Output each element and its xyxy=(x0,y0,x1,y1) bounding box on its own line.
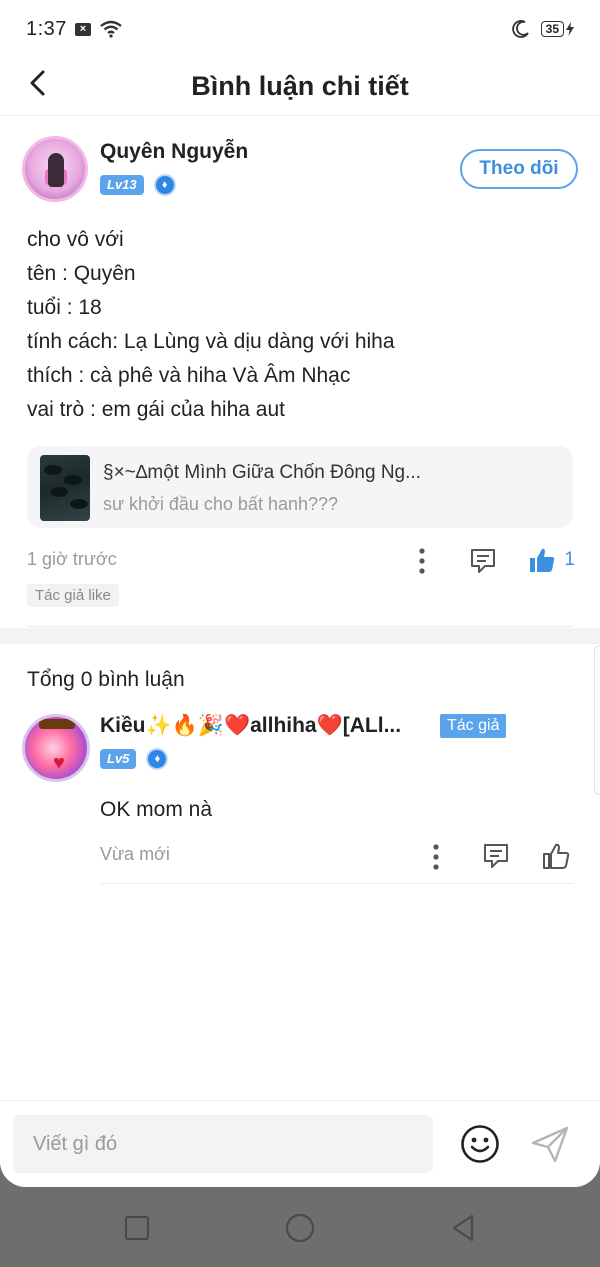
avatar[interactable] xyxy=(22,136,88,202)
reply-meta: Vừa mới xyxy=(100,840,574,872)
wifi-icon xyxy=(100,20,122,38)
reply-author-badges: Lv5 ♦ xyxy=(100,748,169,770)
recent-apps-icon[interactable] xyxy=(120,1211,154,1245)
cover-leaf xyxy=(64,475,82,485)
smiley-icon[interactable] xyxy=(459,1123,501,1165)
avatar-figure xyxy=(48,153,64,187)
more-vertical-icon[interactable] xyxy=(407,546,437,576)
like-count: 1 xyxy=(564,549,575,570)
vip-badge-icon: ♦ xyxy=(153,174,176,196)
divider xyxy=(27,626,573,627)
thumbs-up-icon[interactable] xyxy=(540,840,572,872)
author-tag: Tác giả xyxy=(440,714,507,738)
book-card[interactable]: §×~∆một Mình Giữa Chốn Đông Ng... sư khở… xyxy=(27,446,573,528)
status-right: 35 xyxy=(511,19,574,39)
more-vertical-icon[interactable] xyxy=(421,842,451,872)
comment-icon[interactable] xyxy=(467,546,499,576)
vip-badge-icon: ♦ xyxy=(146,748,169,770)
screen: 1:37 × 35 Bình luận chi tiết Quyên Nguyễ… xyxy=(0,0,600,1187)
comment-input[interactable] xyxy=(13,1115,433,1173)
author-badges: Lv13 ♦ xyxy=(100,174,176,196)
post-author-row: Quyên Nguyễn Lv13 ♦ Theo dõi xyxy=(22,136,578,206)
post-line: thích : cà phê và hiha Và Âm Nhạc xyxy=(27,364,351,387)
battery-level: 35 xyxy=(540,21,564,37)
follow-button[interactable]: Theo dõi xyxy=(460,149,578,189)
avatar-hat xyxy=(39,719,75,729)
level-badge: Lv13 xyxy=(100,175,144,195)
reply-timestamp: Vừa mới xyxy=(100,844,170,864)
status-left: 1:37 × xyxy=(26,18,123,41)
book-cover xyxy=(40,455,90,521)
system-nav-bar xyxy=(0,1187,600,1267)
author-name[interactable]: Quyên Nguyễn xyxy=(100,140,248,164)
comment-icon[interactable] xyxy=(480,841,512,871)
page-title: Bình luận chi tiết xyxy=(191,71,409,101)
cover-leaf xyxy=(70,499,88,509)
heart-icon: ♥ xyxy=(53,752,65,774)
post-line: tên : Quyên xyxy=(27,262,136,285)
back-nav-icon[interactable] xyxy=(446,1211,480,1245)
scroll-handle[interactable] xyxy=(594,645,600,795)
book-subtitle: sư khởi đầu cho bất hanh??? xyxy=(103,494,339,514)
send-icon[interactable] xyxy=(529,1123,571,1165)
chevron-left-icon[interactable] xyxy=(24,68,54,98)
divider xyxy=(100,883,574,884)
level-badge: Lv5 xyxy=(100,749,137,769)
reply-text: OK mom nà xyxy=(100,798,213,821)
book-title: §×~∆một Mình Giữa Chốn Đông Ng... xyxy=(103,462,421,483)
app-header: Bình luận chi tiết xyxy=(0,58,600,116)
post-line: tính cách: Lạ Lùng và dịu dàng với hiha xyxy=(27,330,395,353)
status-time: 1:37 xyxy=(26,17,67,40)
cover-leaf xyxy=(50,487,68,497)
comment-input-bar xyxy=(0,1100,600,1187)
post-line: tuổi : 18 xyxy=(27,296,102,319)
moon-icon xyxy=(511,20,529,38)
charging-icon xyxy=(566,22,574,36)
cover-leaf xyxy=(44,465,62,475)
reply-author-name[interactable]: Kiều✨🔥🎉❤️allhiha❤️[ALl... xyxy=(100,714,430,738)
section-separator xyxy=(0,628,600,644)
avatar[interactable]: ♥ xyxy=(22,714,90,782)
post-line: cho vô với xyxy=(27,228,124,251)
post-line: vai trò : em gái của hiha aut xyxy=(27,398,285,421)
replies-total: Tổng 0 bình luận xyxy=(27,668,185,691)
home-icon[interactable] xyxy=(283,1211,317,1245)
thumbs-up-icon[interactable] xyxy=(527,544,557,576)
battery-icon: 35 xyxy=(540,21,574,37)
post-timestamp: 1 giờ trước xyxy=(27,549,117,569)
post-meta: 1 giờ trước 1 xyxy=(27,546,575,576)
status-bar: 1:37 × 35 xyxy=(0,0,600,58)
notification-icon: × xyxy=(74,22,91,36)
post-body: cho vô với tên : Quyên tuổi : 18 tính cá… xyxy=(27,223,577,427)
author-like-tag: Tác giả like xyxy=(27,584,119,607)
